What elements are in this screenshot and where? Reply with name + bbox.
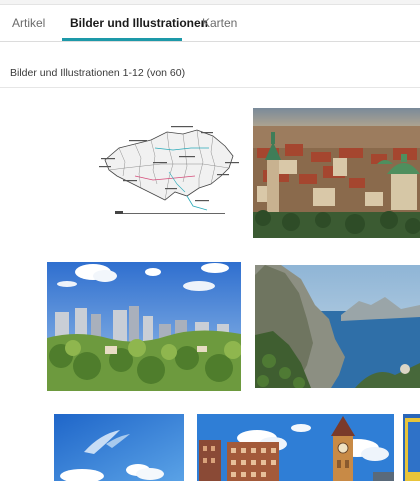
image-thumbnail-city-skyline[interactable] (47, 262, 241, 391)
image-thumbnail-map[interactable] (95, 118, 245, 218)
tab-bilder-und-illustrationen[interactable]: Bilder und Illustrationen (70, 5, 208, 41)
divider (0, 87, 420, 88)
tab-bar: Artikel Bilder und Illustrationen Karten (0, 5, 420, 42)
image-thumbnail-coastal-cliffs[interactable] (255, 265, 420, 388)
image-thumbnail-old-town[interactable] (253, 108, 420, 238)
image-thumbnail-blue-sky[interactable] (54, 414, 184, 481)
image-thumbnail-towers[interactable] (197, 414, 394, 481)
tab-karten[interactable]: Karten (202, 5, 237, 41)
results-summary: Bilder und Illustrationen 1-12 (von 60) (10, 67, 186, 79)
active-tab-indicator (62, 38, 182, 41)
tab-artikel[interactable]: Artikel (12, 5, 45, 41)
image-thumbnail-partial[interactable] (403, 414, 420, 481)
